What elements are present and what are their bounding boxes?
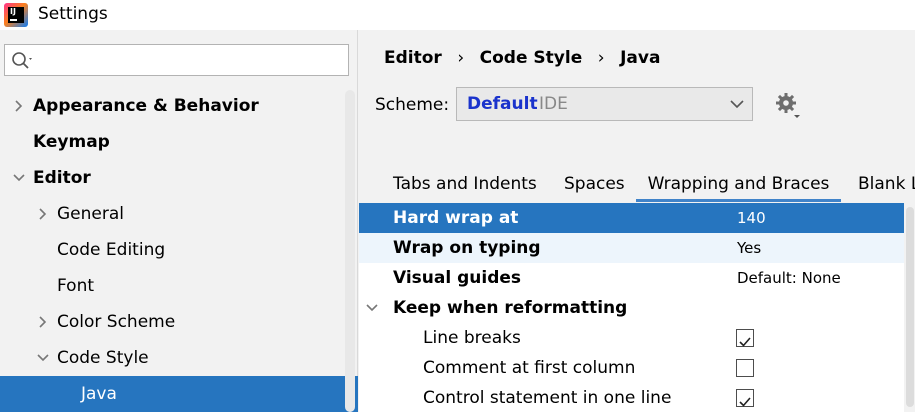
scheme-label: Scheme:: [375, 95, 450, 115]
table-scrollbar[interactable]: [904, 203, 915, 412]
chevron-down-icon[interactable]: [365, 301, 379, 315]
scrollbar-thumb[interactable]: [906, 207, 914, 407]
title-bar: IJ Settings: [0, 0, 915, 30]
setting-label: Control statement in one line: [423, 388, 672, 408]
tree-item-label: Code Editing: [57, 240, 166, 260]
tree-item-label: Keymap: [33, 132, 110, 152]
settings-table: Hard wrap at 140 Wrap on typing Yes Visu…: [359, 203, 904, 412]
setting-label: Wrap on typing: [393, 238, 541, 258]
search-input[interactable]: [4, 44, 349, 76]
setting-row-visual-guides[interactable]: Visual guides Default: None: [359, 263, 904, 293]
tree-item-code-editing[interactable]: Code Editing: [0, 232, 345, 268]
scheme-dropdown[interactable]: Default IDE: [456, 87, 753, 121]
checkbox-checked[interactable]: [736, 389, 754, 407]
tab-tabs-and-indents[interactable]: Tabs and Indents: [393, 170, 537, 202]
tree-item-label: General: [57, 204, 124, 224]
setting-group-keep-when-reformatting[interactable]: Keep when reformatting: [359, 293, 904, 323]
setting-value[interactable]: Yes: [737, 233, 761, 263]
breadcrumb-item[interactable]: Editor: [384, 48, 442, 68]
setting-row-hard-wrap[interactable]: Hard wrap at 140: [359, 203, 904, 233]
tree-item-editor[interactable]: Editor: [0, 160, 345, 196]
search-icon[interactable]: [11, 51, 35, 71]
tab-blank-lines[interactable]: Blank Li: [858, 170, 915, 202]
window-title: Settings: [38, 4, 108, 24]
settings-main-pane: Editor › Code Style › Java Scheme: Defau…: [359, 30, 915, 412]
tree-item-color-scheme[interactable]: Color Scheme: [0, 304, 345, 340]
app-icon-text: IJ: [10, 7, 16, 16]
setting-label: Comment at first column: [423, 358, 636, 378]
tab-bar: Tabs and Indents Spaces Wrapping and Bra…: [359, 170, 915, 202]
tree-item-code-style[interactable]: Code Style: [0, 340, 345, 376]
tree-item-java[interactable]: Java: [0, 376, 358, 412]
check-icon: [739, 397, 751, 407]
setting-label: Visual guides: [393, 268, 522, 288]
chevron-down-icon[interactable]: [36, 351, 50, 365]
tree-item-label: Appearance & Behavior: [33, 96, 259, 116]
breadcrumb-separator-icon: ›: [457, 48, 465, 68]
tree-item-label: Java: [81, 384, 117, 404]
tree-item-label: Color Scheme: [57, 312, 176, 332]
tab-spaces[interactable]: Spaces: [564, 170, 625, 202]
setting-row-line-breaks[interactable]: Line breaks: [359, 323, 904, 353]
breadcrumb: Editor › Code Style › Java: [384, 48, 660, 68]
checkbox-unchecked[interactable]: [736, 359, 754, 377]
chevron-right-icon[interactable]: [12, 99, 26, 113]
chevron-down-icon: [730, 100, 744, 109]
tree-item-label: Editor: [33, 168, 91, 188]
setting-row-wrap-on-typing[interactable]: Wrap on typing Yes: [359, 233, 904, 263]
tree-item-appearance-behavior[interactable]: Appearance & Behavior: [0, 88, 345, 124]
checkbox-checked[interactable]: [736, 329, 754, 347]
chevron-right-icon[interactable]: [36, 315, 50, 329]
intellij-app-icon: IJ: [4, 3, 28, 27]
setting-label: Keep when reformatting: [393, 298, 628, 318]
tree-item-general[interactable]: General: [0, 196, 345, 232]
tree-item-keymap[interactable]: Keymap: [0, 124, 345, 160]
tab-wrapping-and-braces[interactable]: Wrapping and Braces: [636, 170, 841, 202]
settings-sidebar: Appearance & Behavior Keymap Editor Gene…: [0, 30, 358, 412]
check-icon: [739, 337, 751, 347]
tree-item-font[interactable]: Font: [0, 268, 345, 304]
setting-label: Hard wrap at: [393, 208, 519, 228]
tree-item-label: Font: [57, 276, 95, 296]
chevron-down-icon[interactable]: [12, 171, 26, 185]
scheme-name: Default: [467, 94, 538, 114]
setting-value[interactable]: 140: [737, 203, 766, 233]
gear-icon[interactable]: [773, 90, 803, 120]
breadcrumb-item: Java: [620, 48, 661, 68]
breadcrumb-item[interactable]: Code Style: [480, 48, 583, 68]
tree-item-label: Code Style: [57, 348, 149, 368]
scheme-kind: IDE: [539, 94, 568, 114]
setting-row-comment-first-column[interactable]: Comment at first column: [359, 353, 904, 383]
breadcrumb-separator-icon: ›: [597, 48, 605, 68]
setting-row-control-statement-one-line[interactable]: Control statement in one line: [359, 383, 904, 412]
sidebar-scrollbar[interactable]: [345, 90, 355, 412]
chevron-right-icon[interactable]: [36, 207, 50, 221]
setting-value[interactable]: Default: None: [737, 263, 841, 293]
setting-label: Line breaks: [423, 328, 521, 348]
